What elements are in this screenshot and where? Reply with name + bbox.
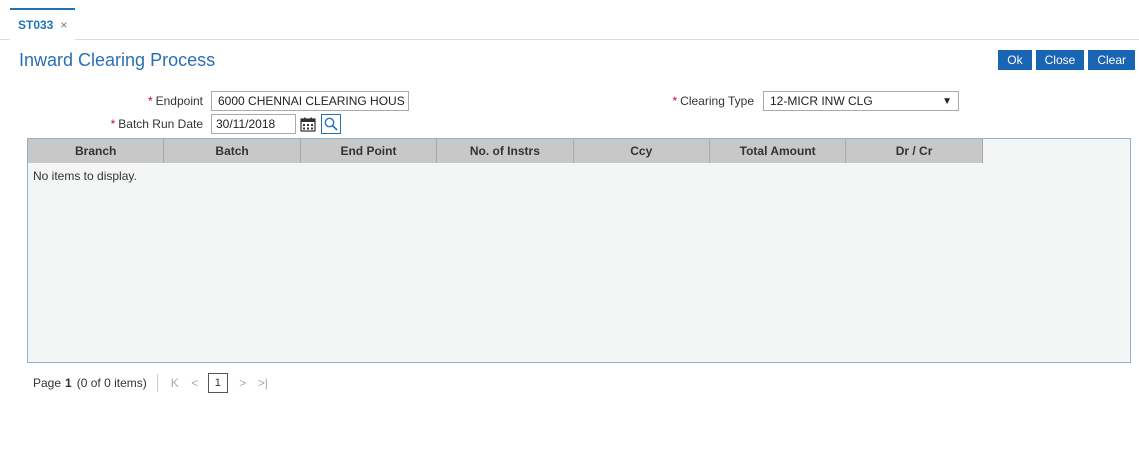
page-label: Page [33,376,62,390]
close-icon[interactable]: × [60,18,67,32]
endpoint-select[interactable]: 6000 CHENNAI CLEARING HOUS ▼ [211,91,409,111]
tab-st033[interactable]: ST033 × [10,8,76,40]
grid-header: Branch Batch End Point No. of Instrs Ccy… [28,139,1130,163]
page-number-box[interactable]: 1 [207,373,228,393]
page-title: Inward Clearing Process [19,50,216,70]
prev-page-button[interactable]: < [188,376,202,390]
clear-button[interactable]: Clear [1088,50,1135,70]
last-page-button[interactable]: >| [256,376,270,390]
pager-divider [156,374,158,392]
caret-down-icon: ▼ [942,95,952,107]
endpoint-value: 6000 CHENNAI CLEARING HOUS [218,94,405,108]
current-page: 1 [65,376,72,390]
clearing-type-select[interactable]: 12-MICR INW CLG ▼ [763,91,959,111]
batch-run-date-input[interactable] [211,114,296,134]
required-marker: * [110,117,116,131]
required-marker: * [147,94,153,108]
clearing-type-value: 12-MICR INW CLG [770,94,873,108]
column-header-total-amount[interactable]: Total Amount [709,139,847,163]
column-header-end-point[interactable]: End Point [300,139,438,163]
column-header-branch[interactable]: Branch [28,139,165,163]
first-page-button[interactable]: K [168,376,182,390]
tab-bar: ST033 × [0,0,1139,40]
search-icon[interactable] [321,114,341,134]
column-header-batch[interactable]: Batch [164,139,301,163]
results-grid: Branch Batch End Point No. of Instrs Ccy… [27,138,1131,363]
empty-message: No items to display. [33,169,137,183]
tab-label: ST033 [18,18,54,32]
endpoint-label: * Endpoint [147,94,203,108]
batch-run-date-label: * Batch Run Date [110,117,203,131]
ok-button[interactable]: Ok [998,50,1032,70]
column-header-ccy[interactable]: Ccy [573,139,710,163]
clearing-type-label: * Clearing Type [672,94,755,108]
action-buttons: Ok Close Clear [998,50,1135,70]
column-header-no-of-instrs[interactable]: No. of Instrs [437,139,574,163]
next-page-button[interactable]: > [236,376,250,390]
pager: Page 1 (0 of 0 items) K < 1 > >| [33,372,276,394]
close-button[interactable]: Close [1035,50,1085,70]
required-marker: * [672,94,678,108]
column-header-dr-cr[interactable]: Dr / Cr [846,139,983,163]
calendar-icon[interactable] [298,114,318,134]
items-summary: (0 of 0 items) [76,376,147,390]
